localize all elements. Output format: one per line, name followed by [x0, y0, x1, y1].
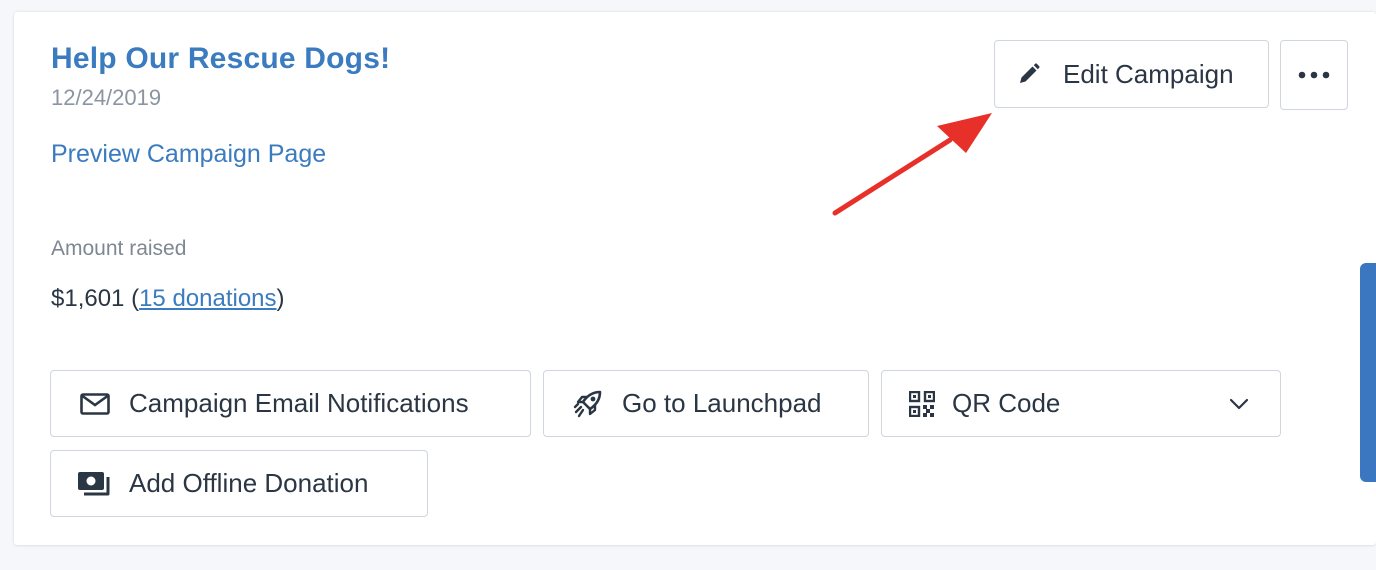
amount-raised-value: $1,601: [51, 285, 125, 312]
go-to-launchpad-label: Go to Launchpad: [622, 388, 822, 418]
campaign-email-notifications-button[interactable]: Campaign Email Notifications: [50, 370, 531, 437]
rocket-icon: [572, 389, 604, 419]
add-offline-donation-button[interactable]: Add Offline Donation: [50, 450, 428, 517]
campaign-title[interactable]: Help Our Rescue Dogs!: [51, 42, 390, 76]
cash-icon: [77, 471, 111, 497]
qr-code-label: QR Code: [952, 388, 1061, 418]
envelope-icon: [79, 392, 111, 415]
campaign-card: Help Our Rescue Dogs! 12/24/2019 Preview…: [14, 12, 1376, 545]
edit-campaign-button[interactable]: Edit Campaign: [994, 40, 1269, 108]
paren-close: ): [276, 285, 285, 312]
more-options-button[interactable]: [1280, 40, 1348, 110]
side-feedback-tab[interactable]: [1360, 263, 1376, 482]
donations-link[interactable]: 15 donations: [139, 285, 276, 312]
add-offline-donation-label: Add Offline Donation: [129, 468, 369, 498]
edit-campaign-label: Edit Campaign: [1063, 58, 1234, 89]
amount-raised-label: Amount raised: [51, 237, 187, 260]
preview-campaign-link[interactable]: Preview Campaign Page: [51, 140, 326, 169]
chevron-down-icon: [1228, 391, 1250, 422]
pencil-icon: [1015, 62, 1043, 86]
qr-code-icon: [908, 390, 936, 417]
paren-open: (: [131, 285, 140, 312]
amount-raised-value-line: $1,601 (15 donations): [51, 285, 285, 313]
qr-code-dropdown-button[interactable]: QR Code: [881, 370, 1281, 437]
campaign-date: 12/24/2019: [51, 85, 162, 110]
go-to-launchpad-button[interactable]: Go to Launchpad: [543, 370, 869, 437]
ellipsis-icon: [1298, 71, 1330, 79]
campaign-email-notifications-label: Campaign Email Notifications: [129, 388, 469, 418]
